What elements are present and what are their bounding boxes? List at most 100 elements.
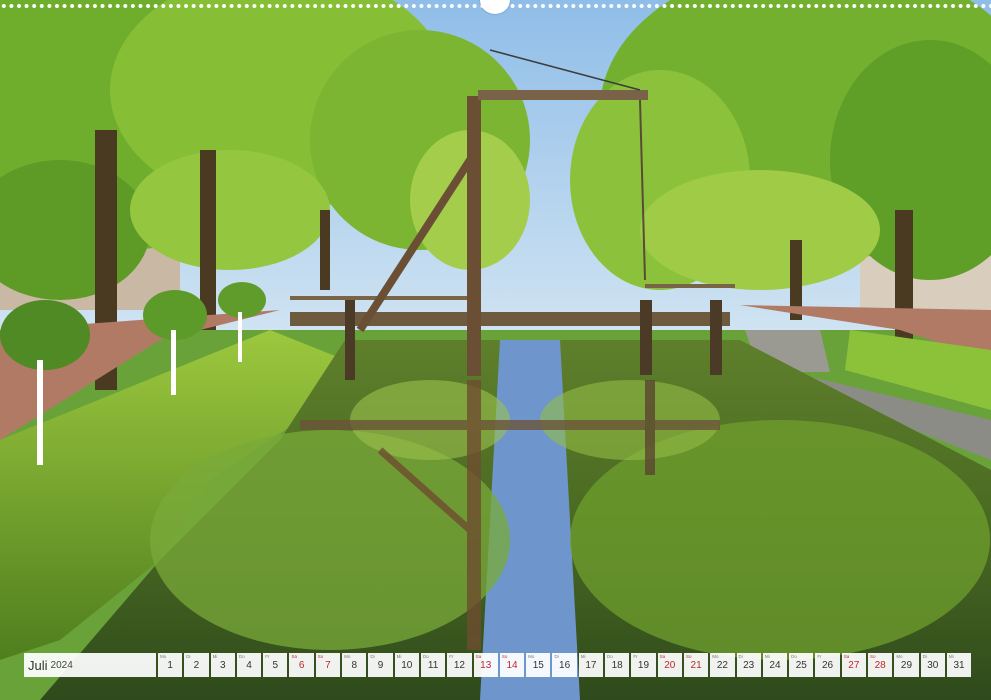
day-of-week: Sa (843, 654, 850, 659)
day-cell: Sa 13 (473, 653, 498, 677)
day-number: 22 (716, 660, 728, 671)
year: 2024 (50, 659, 73, 671)
day-cell: Mo 22 (710, 653, 735, 677)
day-cell: Sa 6 (289, 653, 314, 677)
day-number: 6 (298, 660, 305, 671)
day-of-week: Do (422, 654, 429, 659)
day-of-week: Sa (291, 654, 297, 659)
calendar-strip: Juli 2024 Mo 1 Di 2 Mi 3 Do 4 Fr 5 Sa 6 So 7 Mo 8 Di 9 Mi 1… (24, 653, 972, 677)
day-cell: Mi 31 (946, 653, 972, 677)
day-cell: Mi 10 (394, 653, 419, 677)
day-of-week: Mo (896, 654, 903, 659)
day-cell: Di 30 (920, 653, 945, 677)
day-number: 12 (453, 660, 465, 671)
day-of-week: So (501, 654, 508, 659)
day-cell: So 21 (683, 653, 709, 677)
day-cell: Di 9 (368, 653, 393, 677)
day-of-week: Di (370, 654, 375, 659)
day-number: 15 (532, 660, 544, 671)
day-number: 18 (611, 660, 623, 671)
day-number: 17 (585, 660, 597, 671)
day-of-week: Do (238, 654, 245, 659)
day-cell: So 14 (499, 653, 525, 677)
day-of-week: Mi (212, 654, 218, 659)
day-cell: Mi 17 (578, 653, 604, 677)
day-cell: Mi 3 (210, 653, 235, 677)
day-of-week: So (870, 654, 876, 659)
day-cell: Mo 29 (894, 653, 919, 677)
day-cell: Do 11 (420, 653, 446, 677)
month-label-box: Juli 2024 (24, 653, 156, 677)
day-cell: So 7 (315, 653, 341, 677)
day-of-week: Mo (160, 654, 167, 659)
day-number: 13 (480, 660, 492, 671)
day-of-week: So (685, 654, 692, 659)
day-number: 8 (351, 660, 357, 671)
day-number: 5 (272, 660, 279, 671)
day-cells: Mo 1 Di 2 Mi 3 Do 4 Fr 5 Sa 6 So 7 Mo 8 Di 9 Mi 10 Do 11 Fr 12 S… (158, 653, 972, 677)
day-cell: Di 23 (736, 653, 761, 677)
day-of-week: Mi (580, 654, 586, 659)
day-of-week: Fr (449, 654, 454, 659)
day-cell: Fr 5 (263, 653, 288, 677)
day-cell: Mo 8 (342, 653, 367, 677)
day-cell: Sa 20 (657, 653, 682, 677)
day-of-week: So (317, 654, 324, 659)
day-number: 7 (325, 660, 331, 671)
month-name: Juli (28, 657, 48, 673)
day-of-week: Mi (764, 654, 770, 659)
day-of-week: Fr (265, 654, 270, 659)
day-of-week: Sa (659, 654, 666, 659)
day-number: 25 (795, 660, 807, 671)
day-number: 3 (219, 660, 226, 671)
day-cell: So 28 (868, 653, 893, 677)
reflection-left (150, 430, 510, 650)
day-of-week: Fr (633, 654, 638, 659)
day-of-week: Mo (712, 654, 719, 659)
day-number: 10 (401, 660, 413, 671)
day-number: 1 (167, 660, 173, 671)
day-number: 30 (927, 660, 939, 671)
day-cell: Mi 24 (762, 653, 788, 677)
day-number: 21 (690, 660, 702, 671)
day-cell: Fr 12 (447, 653, 472, 677)
day-number: 23 (743, 660, 755, 671)
day-of-week: Di (922, 654, 927, 659)
day-number: 29 (900, 660, 913, 671)
day-number: 28 (874, 660, 886, 671)
day-cell: Fr 26 (815, 653, 840, 677)
day-cell: Di 16 (552, 653, 577, 677)
day-number: 19 (637, 660, 650, 671)
day-of-week: Sa (475, 654, 482, 659)
day-number: 20 (664, 660, 676, 671)
day-number: 26 (822, 660, 834, 671)
day-of-week: Di (738, 654, 743, 659)
day-cell: Mo 1 (158, 653, 183, 677)
day-of-week: Di (186, 654, 191, 659)
day-of-week: Mi (396, 654, 402, 659)
day-number: 14 (506, 660, 518, 671)
day-number: 2 (193, 660, 200, 671)
day-of-week: Mo (344, 654, 351, 659)
day-of-week: Do (791, 654, 797, 659)
day-number: 24 (769, 660, 781, 671)
day-cell: Do 4 (236, 653, 262, 677)
day-of-week: Do (607, 654, 613, 659)
day-of-week: Mo (528, 654, 535, 659)
day-cell: Sa 27 (841, 653, 867, 677)
day-number: 16 (559, 660, 571, 671)
day-of-week: Fr (817, 654, 822, 659)
day-number: 4 (246, 660, 252, 671)
day-cell: Fr 19 (631, 653, 656, 677)
day-of-week: Di (554, 654, 559, 659)
day-cell: Do 18 (605, 653, 630, 677)
day-cell: Mo 15 (526, 653, 551, 677)
day-of-week: Mi (948, 654, 954, 659)
canal-photo (0, 0, 991, 700)
day-number: 11 (427, 660, 439, 671)
day-cell: Do 25 (789, 653, 814, 677)
day-number: 9 (377, 660, 384, 671)
day-cell: Di 2 (184, 653, 209, 677)
day-number: 27 (848, 660, 860, 671)
day-number: 31 (953, 660, 965, 671)
